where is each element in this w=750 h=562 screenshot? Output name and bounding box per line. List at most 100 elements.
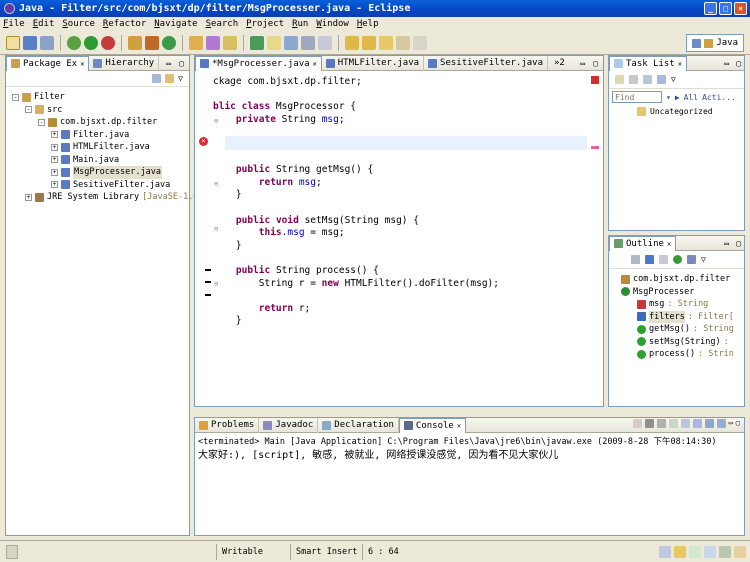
outline-item[interactable]: filters : Filter[	[609, 310, 744, 323]
search-icon[interactable]	[206, 35, 220, 50]
toggle-mark-occurrences-icon[interactable]	[250, 35, 264, 50]
expand-icon[interactable]: +	[25, 193, 32, 201]
maximize-button[interactable]: □	[719, 2, 732, 15]
hide-local-types-icon[interactable]	[687, 255, 696, 264]
outline-item[interactable]: com.bjsxt.dp.filter	[609, 273, 744, 286]
maximize-view-icon[interactable]: ▢	[736, 419, 740, 428]
expand-icon[interactable]: +	[51, 181, 58, 189]
terminate-icon[interactable]	[632, 419, 642, 428]
maximize-view-icon[interactable]: ▢	[179, 59, 184, 68]
highlight-icon[interactable]	[223, 35, 237, 50]
tree-item[interactable]: + MsgProcesser.java	[6, 166, 189, 179]
minimize-view-icon[interactable]: ▭	[724, 59, 729, 68]
display-console-icon[interactable]	[704, 419, 714, 428]
tree-item[interactable]: + SesitiveFilter.java	[6, 179, 189, 192]
error-overview-mark[interactable]	[591, 146, 599, 149]
toggle-breadcrumb-icon[interactable]	[267, 35, 281, 50]
sort-icon[interactable]	[631, 255, 640, 264]
link-with-editor-icon[interactable]	[165, 74, 175, 83]
tray-icon[interactable]	[674, 545, 686, 558]
collapse-all-icon[interactable]	[152, 74, 162, 83]
back-icon[interactable]	[396, 35, 410, 50]
tab-hierarchy[interactable]: Hierarchy	[89, 55, 160, 71]
tray-icon[interactable]	[734, 545, 746, 558]
hide-nonpublic-icon[interactable]	[673, 255, 682, 264]
tree-item[interactable]: + JRE System Library [JavaSE-1.6]	[6, 191, 204, 204]
debug-icon[interactable]	[67, 35, 81, 50]
tab-console[interactable]: Console ✕	[398, 417, 467, 433]
tree-item[interactable]: + Main.java	[6, 154, 189, 167]
tab-problems[interactable]: Problems	[195, 417, 260, 433]
tree-item[interactable]: - Filter	[6, 91, 189, 104]
forward-icon[interactable]	[413, 35, 427, 50]
outline-item[interactable]: process() : Strin	[609, 348, 744, 361]
maximize-view-icon[interactable]: ▢	[736, 59, 741, 68]
console-output[interactable]: 大家好:), [script], 敏感, 被就业, 网络授课没感觉, 因为看不见…	[195, 446, 744, 461]
maximize-view-icon[interactable]: ▢	[593, 59, 598, 68]
view-menu-icon[interactable]: ▽	[178, 74, 183, 83]
remove-all-icon[interactable]	[656, 419, 666, 428]
view-menu-icon[interactable]: ▽	[701, 255, 706, 264]
expand-icon[interactable]: +	[51, 168, 58, 176]
close-icon[interactable]: ✕	[80, 60, 84, 68]
find-dropdown-icon[interactable]: ▾	[666, 93, 671, 102]
tray-icon[interactable]	[719, 545, 731, 558]
new-icon[interactable]	[6, 35, 20, 50]
tree-item[interactable]: + Filter.java	[6, 129, 189, 142]
save-icon[interactable]	[23, 35, 37, 50]
minimize-view-icon[interactable]: ▭	[580, 59, 585, 68]
tab-editor-file[interactable]: *MsgProcesser.java ✕	[195, 55, 322, 71]
close-icon[interactable]: ✕	[457, 422, 461, 430]
all-link[interactable]: All	[684, 93, 698, 102]
tree-item[interactable]: + HTMLFilter.java	[6, 141, 189, 154]
remove-launch-icon[interactable]	[644, 419, 654, 428]
close-icon[interactable]: ✕	[667, 240, 671, 248]
activate-link[interactable]: Acti...	[702, 93, 736, 102]
next-annotation-icon[interactable]	[345, 35, 359, 50]
pin-console-icon[interactable]	[692, 419, 702, 428]
scroll-lock-icon[interactable]	[680, 419, 690, 428]
find-input[interactable]	[612, 91, 662, 103]
print-icon[interactable]	[40, 35, 54, 50]
menu-search[interactable]: Search	[206, 19, 239, 29]
collapse-icon[interactable]: -	[12, 93, 19, 101]
tab-declaration[interactable]: Declaration	[318, 417, 399, 433]
minimize-button[interactable]: _	[704, 2, 717, 15]
error-marker-icon[interactable]: ×	[199, 137, 208, 146]
minimize-view-icon[interactable]: ▭	[724, 239, 729, 248]
expand-icon[interactable]: +	[51, 156, 58, 164]
tab-javadoc[interactable]: Javadoc	[259, 417, 319, 433]
show-whitespace-icon[interactable]	[301, 35, 315, 50]
outline-item[interactable]: setMsg(String) :	[609, 336, 744, 349]
categorized-icon[interactable]	[643, 75, 652, 84]
tray-icon[interactable]	[659, 545, 671, 558]
open-type-icon[interactable]	[189, 35, 203, 50]
new-package-icon[interactable]	[145, 35, 159, 50]
clear-console-icon[interactable]	[668, 419, 678, 428]
collapse-icon[interactable]: -	[38, 118, 45, 126]
play-icon[interactable]: ▶	[675, 93, 680, 102]
close-icon[interactable]: ✕	[678, 60, 682, 68]
tab-editor-file[interactable]: SesitiveFilter.java	[424, 55, 548, 71]
tab-package-explorer[interactable]: Package Ex ✕	[6, 55, 90, 71]
menu-source[interactable]: Source	[62, 19, 95, 29]
new-java-project-icon[interactable]	[128, 35, 142, 50]
outline-item[interactable]: getMsg() : String	[609, 323, 744, 336]
menu-run[interactable]: Run	[292, 19, 308, 29]
run-icon[interactable]	[84, 35, 98, 50]
tray-icon[interactable]	[704, 545, 716, 558]
last-edit-location-icon[interactable]	[379, 35, 393, 50]
perspective-switcher[interactable]: Java	[686, 34, 744, 52]
tab-task-list[interactable]: Task List ✕	[609, 55, 687, 71]
menu-refactor[interactable]: Refactor	[103, 19, 146, 29]
menu-window[interactable]: Window	[316, 19, 349, 29]
outline-item[interactable]: msg : String	[609, 298, 744, 311]
previous-annotation-icon[interactable]	[362, 35, 376, 50]
open-perspective-icon[interactable]	[692, 38, 702, 48]
maximize-view-icon[interactable]: ▢	[736, 239, 741, 248]
fast-view-icon[interactable]	[6, 544, 18, 559]
perspective-label[interactable]: Java	[716, 38, 738, 48]
tree-item[interactable]: - src	[6, 104, 189, 117]
view-menu-icon[interactable]: ▽	[671, 75, 676, 84]
minimize-view-icon[interactable]: ▭	[729, 419, 733, 428]
